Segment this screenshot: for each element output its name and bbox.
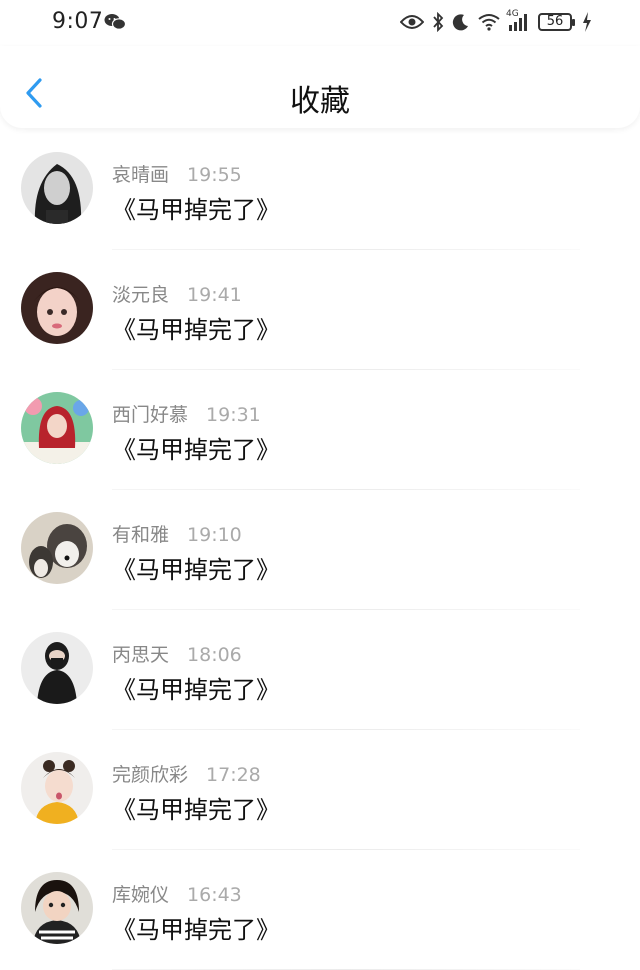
avatar[interactable] — [21, 152, 93, 224]
item-time: 19:31 — [206, 404, 261, 426]
item-meta: 有和雅 19:10 — [112, 520, 242, 547]
avatar[interactable] — [21, 632, 93, 704]
item-time: 19:41 — [187, 284, 242, 306]
status-icons: 4G 56 — [392, 9, 592, 32]
author-name: 丙思天 — [112, 644, 170, 666]
eye-icon — [400, 14, 424, 30]
author-name: 淡元良 — [112, 284, 170, 306]
item-meta: 哀晴画 19:55 — [112, 160, 242, 187]
wifi-icon — [478, 13, 500, 31]
item-meta: 淡元良 19:41 — [112, 280, 242, 307]
network-label: 4G — [506, 9, 519, 19]
page-title: 收藏 — [290, 84, 350, 119]
item-time: 17:28 — [206, 764, 261, 786]
item-title: 《马甲掉完了》 — [112, 916, 280, 944]
item-meta: 西门好慕 19:31 — [112, 400, 261, 427]
bluetooth-icon — [432, 12, 444, 32]
list-item[interactable]: 淡元良 19:41 《马甲掉完了》 — [0, 250, 640, 370]
author-name: 完颜欣彩 — [112, 764, 189, 786]
list-item[interactable]: 哀晴画 19:55 《马甲掉完了》 — [0, 130, 640, 250]
item-time: 18:06 — [187, 644, 242, 666]
author-name: 库婉仪 — [112, 884, 170, 906]
avatar[interactable] — [21, 392, 93, 464]
item-title: 《马甲掉完了》 — [112, 436, 280, 464]
item-meta: 完颜欣彩 17:28 — [112, 760, 261, 787]
header: 收藏 — [0, 46, 640, 128]
list-item[interactable]: 西门好慕 19:31 《马甲掉完了》 — [0, 370, 640, 490]
author-name: 西门好慕 — [112, 404, 189, 426]
wechat-icon — [104, 13, 127, 35]
status-bar: 9:07 4G 56 — [0, 0, 640, 46]
signal-icon: 4G — [506, 9, 528, 31]
avatar[interactable] — [21, 752, 93, 824]
status-time: 9:07 — [52, 9, 104, 34]
author-name: 哀晴画 — [112, 164, 170, 186]
item-title: 《马甲掉完了》 — [112, 796, 280, 824]
item-title: 《马甲掉完了》 — [112, 556, 280, 584]
moon-icon — [452, 13, 470, 31]
author-name: 有和雅 — [112, 524, 170, 546]
list-item[interactable]: 有和雅 19:10 《马甲掉完了》 — [0, 490, 640, 610]
avatar[interactable] — [21, 272, 93, 344]
list-item[interactable]: 完颜欣彩 17:28 《马甲掉完了》 — [0, 730, 640, 850]
charging-icon — [582, 12, 592, 32]
item-meta: 丙思天 18:06 — [112, 640, 242, 667]
item-time: 19:10 — [187, 524, 242, 546]
list-item[interactable]: 库婉仪 16:43 《马甲掉完了》 — [0, 850, 640, 970]
avatar[interactable] — [21, 872, 93, 944]
avatar[interactable] — [21, 512, 93, 584]
favorites-list: 哀晴画 19:55 《马甲掉完了》 淡元良 19:41 《马甲掉完了》 西门好慕… — [0, 130, 640, 970]
item-meta: 库婉仪 16:43 — [112, 880, 242, 907]
list-item[interactable]: 丙思天 18:06 《马甲掉完了》 — [0, 610, 640, 730]
item-title: 《马甲掉完了》 — [112, 316, 280, 344]
item-title: 《马甲掉完了》 — [112, 196, 280, 224]
item-time: 16:43 — [187, 884, 242, 906]
battery-icon: 56 — [538, 13, 575, 31]
item-title: 《马甲掉完了》 — [112, 676, 280, 704]
item-time: 19:55 — [187, 164, 242, 186]
